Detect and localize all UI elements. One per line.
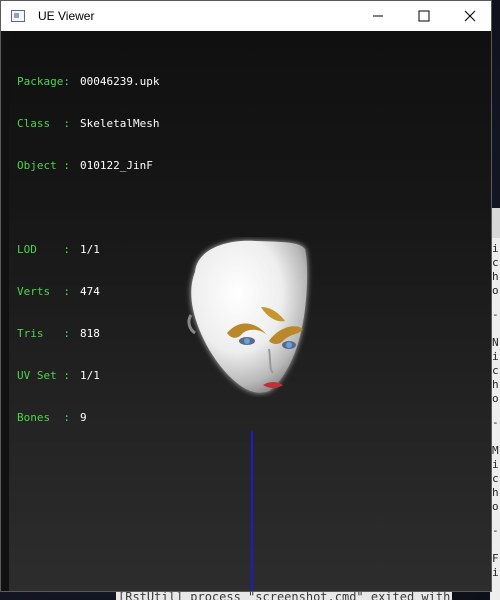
info-value: 00046239.upk bbox=[80, 75, 160, 88]
terminal-line: o bbox=[492, 500, 499, 513]
info-package: Package: 00046239.upk bbox=[17, 75, 159, 89]
terminal-line: - bbox=[492, 524, 499, 537]
title-bar[interactable]: UE Viewer bbox=[1, 1, 491, 31]
terminal-line: - bbox=[492, 308, 499, 321]
terminal-line: N bbox=[492, 336, 499, 349]
terminal-line: c bbox=[492, 256, 499, 269]
info-value: 474 bbox=[80, 285, 100, 298]
terminal-line: h bbox=[492, 270, 499, 283]
info-lod: LOD : 1/1 bbox=[17, 243, 159, 257]
info-label: Bones : bbox=[17, 411, 70, 424]
3d-viewport[interactable]: Package: 00046239.upk Class : SkeletalMesh… bbox=[9, 31, 491, 591]
info-value: 010122_JinF bbox=[80, 159, 153, 172]
info-value: 9 bbox=[80, 411, 87, 424]
info-verts: Verts : 474 bbox=[17, 285, 159, 299]
info-object: Object : 010122_JinF bbox=[17, 159, 159, 173]
ue-viewer-window: UE Viewer Package: 00046239.upk Class : Sk… bbox=[0, 0, 492, 592]
terminal-line: - bbox=[492, 416, 499, 429]
terminal-line: M bbox=[492, 444, 499, 457]
info-label: UV Set : bbox=[17, 369, 70, 382]
info-value: 1/1 bbox=[80, 243, 100, 256]
terminal-line: c bbox=[492, 364, 499, 377]
info-label: Verts : bbox=[17, 285, 70, 298]
terminal-line: i bbox=[492, 350, 499, 363]
terminal-line: F bbox=[492, 552, 499, 565]
minimize-button[interactable] bbox=[355, 1, 401, 31]
terminal-line: h bbox=[492, 378, 499, 391]
info-label: Object : bbox=[17, 159, 70, 172]
info-value: 1/1 bbox=[80, 369, 100, 382]
info-label: Package: bbox=[17, 75, 70, 88]
maximize-button[interactable] bbox=[401, 1, 447, 31]
info-uvset: UV Set : 1/1 bbox=[17, 369, 159, 383]
maximize-icon bbox=[418, 10, 430, 22]
close-button[interactable] bbox=[447, 1, 493, 31]
terminal-line: i bbox=[492, 242, 499, 255]
mesh-info-overlay: Package: 00046239.upk Class : SkeletalMesh… bbox=[17, 47, 159, 453]
info-value: 818 bbox=[80, 327, 100, 340]
info-bones: Bones : 9 bbox=[17, 411, 159, 425]
terminal-line: c bbox=[492, 472, 499, 485]
axis-line bbox=[251, 431, 253, 591]
info-class: Class : SkeletalMesh bbox=[17, 117, 159, 131]
info-value: SkeletalMesh bbox=[80, 117, 160, 130]
info-tris: Tris : 818 bbox=[17, 327, 159, 341]
info-label: LOD : bbox=[17, 243, 70, 256]
desktop: M icho-Nicho-Micho-Fi [RstUtil] process … bbox=[0, 0, 500, 600]
minimize-icon bbox=[373, 15, 383, 17]
window-title: UE Viewer bbox=[38, 9, 95, 23]
terminal-line: i bbox=[492, 566, 499, 579]
window-app-icon bbox=[11, 10, 25, 22]
info-label: Class : bbox=[17, 117, 70, 130]
close-icon bbox=[464, 10, 476, 22]
info-label: Tris : bbox=[17, 327, 70, 340]
terminal-line: h bbox=[492, 486, 499, 499]
face-mesh-render bbox=[187, 240, 308, 393]
terminal-line: o bbox=[492, 392, 499, 405]
terminal-line: i bbox=[492, 458, 499, 471]
terminal-line: o bbox=[492, 284, 499, 297]
